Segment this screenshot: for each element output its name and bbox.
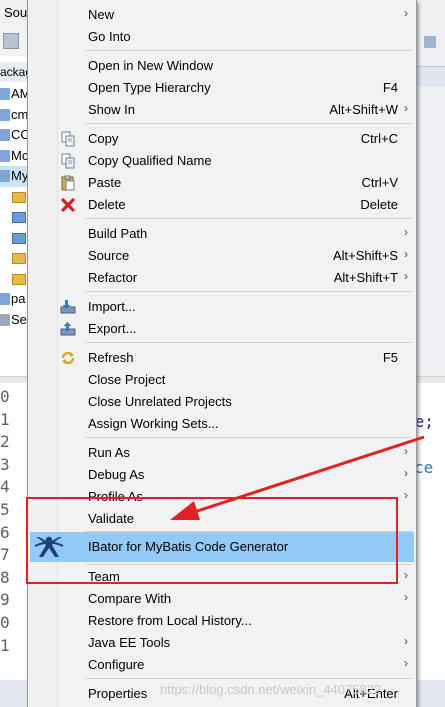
watermark: https://blog.csdn.net/weixin_44075822 <box>160 682 382 697</box>
annotation-arrow <box>170 435 425 520</box>
